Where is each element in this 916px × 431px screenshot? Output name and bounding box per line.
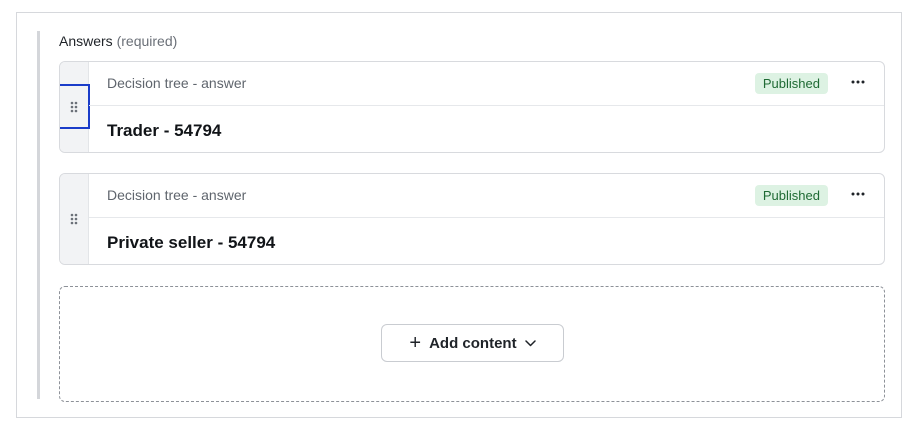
more-options-icon <box>851 80 865 84</box>
drag-handle-icon <box>70 213 78 225</box>
more-options-button[interactable] <box>846 182 870 206</box>
status-badge: Published <box>754 185 828 206</box>
card-header: Decision tree - answer Published <box>89 62 884 106</box>
answer-card: Decision tree - answer Published Trader … <box>59 61 885 153</box>
drag-handle[interactable] <box>60 62 90 152</box>
field-indent-bar <box>37 31 40 399</box>
add-content-dropzone: + Add content <box>59 286 885 402</box>
content-type-label: Decision tree - answer <box>107 75 247 91</box>
add-content-button[interactable]: + Add content <box>381 324 564 362</box>
more-options-button[interactable] <box>846 70 870 94</box>
answers-panel: Answers (required) Decision tree - answe… <box>16 12 902 418</box>
answer-title[interactable]: Trader - 54794 <box>107 121 221 141</box>
drag-handle-icon <box>70 101 78 113</box>
plus-icon: + <box>409 332 422 354</box>
drag-handle[interactable] <box>60 174 89 264</box>
answers-label-text: Answers <box>59 33 113 49</box>
content-type-label: Decision tree - answer <box>107 187 247 203</box>
answer-title[interactable]: Private seller - 54794 <box>107 233 275 253</box>
add-content-label: Add content <box>429 334 517 352</box>
answers-field-label: Answers (required) <box>59 33 177 49</box>
card-header: Decision tree - answer Published <box>89 174 884 218</box>
more-options-icon <box>851 192 865 196</box>
chevron-down-icon <box>524 339 536 346</box>
status-badge: Published <box>754 73 828 94</box>
required-note: (required) <box>116 33 178 49</box>
answer-card: Decision tree - answer Published Private… <box>59 173 885 265</box>
